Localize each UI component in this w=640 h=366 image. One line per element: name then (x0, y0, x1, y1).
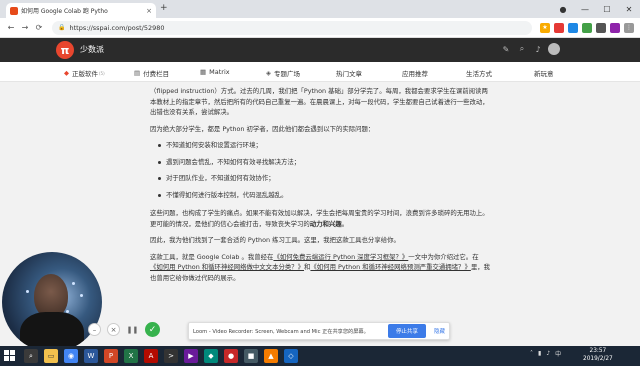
extension-icon[interactable] (610, 22, 620, 33)
terminal-icon[interactable]: > (164, 349, 178, 363)
word-icon[interactable]: W (84, 349, 98, 363)
app-icon[interactable]: ▲ (264, 349, 278, 363)
stop-sharing-button[interactable]: 停止共享 (387, 324, 426, 338)
nav-item-paid-column[interactable]: ▤ 付费栏目 (134, 68, 169, 78)
app-icon[interactable]: ■ (244, 349, 258, 363)
tag-icon: ◆ (64, 69, 69, 77)
sparkle (26, 290, 29, 293)
tab-title: 如何用 Google Colab 跑 Pytho (21, 8, 108, 15)
sparkle (66, 310, 69, 313)
minimize-icon[interactable]: — (574, 0, 596, 18)
arrow-left-icon[interactable]: ← (4, 23, 18, 32)
folder-icon[interactable]: ▭ (44, 349, 58, 363)
extension-icon[interactable] (568, 22, 578, 33)
extension-icon[interactable] (582, 22, 592, 33)
avatar[interactable] (548, 43, 560, 55)
clock-time: 23:57 (589, 348, 607, 354)
sparkle (72, 282, 75, 285)
close-window-icon[interactable]: ✕ (618, 0, 640, 18)
square-icon: ◈ (266, 69, 271, 77)
url-input[interactable]: 🔒 https://sspai.com/post/52980 (52, 20, 532, 35)
article-body: （flipped instruction）方式。过去的几周，我们把「Python… (150, 86, 490, 289)
chevron-up-icon[interactable]: ˄ (530, 350, 533, 357)
list-item: 不懂得如何进行版本控制，代码混乱越乱。 (158, 190, 490, 201)
share-message: Loom - Video Recorder: Screen, Webcam an… (193, 328, 369, 335)
notification-icon[interactable]: ♪ (530, 45, 546, 54)
column-icon: ▤ (134, 69, 141, 77)
nav-item-matrix[interactable]: ▦ Matrix (200, 68, 230, 76)
browser-tab[interactable]: 如何用 Google Colab 跑 Pytho × (6, 3, 156, 18)
paragraph: （flipped instruction）方式。过去的几周，我们把「Python… (150, 87, 489, 116)
extension-icon[interactable] (596, 22, 606, 33)
minus-icon[interactable]: – (88, 323, 101, 336)
extension-icon[interactable] (554, 22, 564, 33)
acrobat-icon[interactable]: A (144, 349, 158, 363)
check-icon[interactable]: ✓ (145, 322, 160, 337)
nav-item-gadgets[interactable]: 新玩意 (534, 68, 554, 78)
video-icon[interactable]: ▶ (184, 349, 198, 363)
app-icon[interactable]: ◇ (284, 349, 298, 363)
star-icon[interactable]: ★ (540, 22, 550, 33)
screen-share-bar: Loom - Video Recorder: Screen, Webcam an… (188, 322, 450, 340)
powerpoint-icon[interactable]: P (104, 349, 118, 363)
article-link[interactable]: 《如何免费云端运行 Python 深度学习框架？》 (273, 253, 408, 261)
favicon-icon (10, 6, 18, 15)
lock-icon: 🔒 (58, 24, 66, 31)
hide-button[interactable]: 隐藏 (434, 327, 445, 335)
address-bar-row: ← → ⟳ 🔒 https://sspai.com/post/52980 ★ ⋮ (0, 18, 640, 38)
paragraph: 这款工具，就是 Google Colab 。我曾经在《如何免费云端运行 Pyth… (150, 252, 491, 282)
nav-item-topics[interactable]: ◈ 专题广场 (266, 68, 300, 78)
account-icon[interactable]: ● (552, 0, 574, 18)
window-controls: ● — ☐ ✕ (552, 0, 640, 18)
nav-item-apps[interactable]: 应用推荐 (402, 68, 428, 78)
excel-icon[interactable]: X (124, 349, 138, 363)
chrome-icon[interactable]: ◉ (64, 349, 78, 363)
list-item: 对于团队作业，不知道如何有效协作； (158, 173, 490, 184)
matrix-icon: ▦ (200, 68, 207, 76)
site-brand[interactable]: 少数派 (80, 44, 104, 55)
ime-icon[interactable]: 中 (555, 349, 561, 358)
new-tab-icon[interactable]: + (160, 3, 168, 13)
system-tray: ˄ ▮ ♪ 中 (530, 349, 566, 358)
nav-item-software[interactable]: ◆ 正版软件 (5) (64, 68, 105, 78)
sparkle (80, 294, 83, 297)
network-icon[interactable]: ▮ (538, 350, 541, 357)
list-item: 遇到问题会慌乱，不知如何有效寻找解决方法； (158, 157, 490, 168)
edit-icon[interactable]: ✎ (498, 45, 514, 54)
maximize-icon[interactable]: ☐ (596, 0, 618, 18)
app-icon[interactable]: ◆ (204, 349, 218, 363)
bullet-list: 不知道如何安装和设置运行环境； 遇到问题会慌乱，不知如何有效寻找解决方法； 对于… (158, 140, 490, 200)
menu-icon[interactable]: ⋮ (624, 22, 634, 33)
taskbar-clock[interactable]: 23:57 2019/2/27 (583, 348, 613, 363)
search-icon[interactable]: ⌕ (514, 44, 530, 54)
close-tab-icon[interactable]: × (146, 7, 152, 15)
clock-date: 2019/2/27 (583, 355, 613, 362)
nav-item-lifestyle[interactable]: 生活方式 (466, 68, 492, 78)
article-link[interactable]: 《如何用 Python 和循环神经网络做中文文本分类？》 (150, 263, 304, 271)
article-link[interactable]: 《如何用 Python 和循环神经网络预测严重交通拥堵？》 (310, 263, 470, 271)
emphasis-text: 动力和兴趣 (309, 219, 342, 228)
search-icon[interactable]: ⌕ (24, 349, 38, 363)
webcam-bubble[interactable] (2, 252, 102, 352)
volume-icon[interactable]: ♪ (546, 350, 550, 357)
url-text: https://sspai.com/post/52980 (69, 23, 165, 32)
site-logo[interactable]: π (56, 41, 74, 59)
pause-icon[interactable]: ❚❚ (126, 323, 139, 336)
app-icon[interactable]: ● (224, 349, 238, 363)
paragraph: 因为绝大部分学生，都是 Python 初学者，因此他们都会遇到以下的实际问题： (150, 124, 375, 133)
loom-controls: – × ❚❚ ✓ (88, 322, 166, 337)
windows-start-icon[interactable] (4, 350, 16, 362)
paragraph: 这些问题，也构成了学生的痛点。如果不能有效加以解决，学生会把每周宝贵的学习时间，… (150, 209, 489, 228)
list-item: 不知道如何安装和设置运行环境； (158, 140, 490, 151)
extension-icons: ★ ⋮ (538, 22, 636, 33)
nav-item-hot[interactable]: 热门文章 (336, 68, 362, 78)
paragraph: 因此，我为他们找到了一套合适的 Python 练习工具。这里，我把这款工具也分享… (150, 236, 400, 244)
close-icon[interactable]: × (107, 323, 120, 336)
reload-icon[interactable]: ⟳ (32, 23, 46, 32)
arrow-right-icon[interactable]: → (18, 23, 32, 32)
header-icons: ✎ ⌕ ♪ (498, 43, 560, 55)
